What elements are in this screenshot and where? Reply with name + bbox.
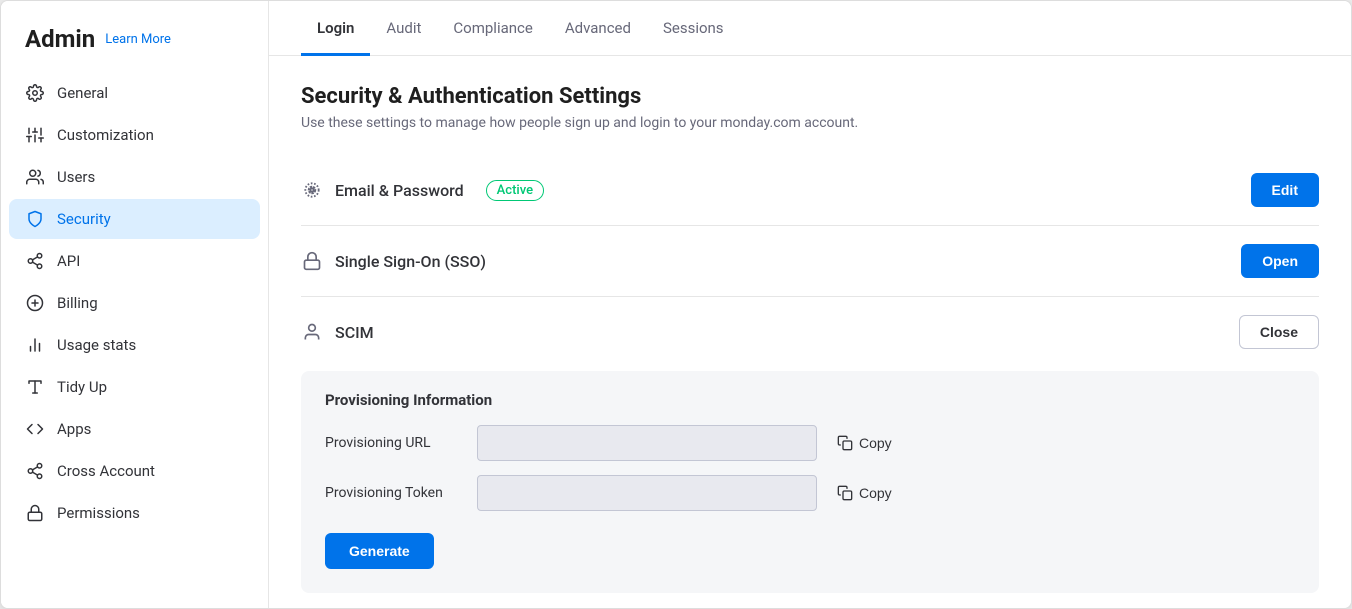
sidebar-title: Admin [25, 25, 95, 53]
tab-compliance[interactable]: Compliance [437, 1, 548, 56]
sidebar-item-api[interactable]: API [9, 241, 260, 281]
sidebar-nav: General Customization Users [1, 73, 268, 533]
email-password-title: Email & Password [335, 181, 464, 200]
sidebar-header: Admin Learn More [1, 25, 268, 73]
sidebar-item-label: Apps [57, 420, 91, 438]
scim-section: SCIM Close Provisioning Information Prov… [301, 297, 1319, 593]
email-password-section: Email & Password Active Edit [301, 155, 1319, 226]
sidebar-item-general[interactable]: General [9, 73, 260, 113]
sidebar-item-label: General [57, 84, 108, 102]
lock-icon [25, 503, 45, 523]
email-password-left: Email & Password Active [301, 179, 544, 201]
sidebar-item-tidy-up[interactable]: Tidy Up [9, 367, 260, 407]
sidebar-item-label: Security [57, 210, 111, 228]
sidebar-item-security[interactable]: Security [9, 199, 260, 239]
sidebar-item-users[interactable]: Users [9, 157, 260, 197]
sso-left: Single Sign-On (SSO) [301, 250, 486, 272]
sso-section: Single Sign-On (SSO) Open [301, 226, 1319, 297]
scim-icon [301, 321, 323, 343]
sliders-icon [25, 125, 45, 145]
provisioning-token-input[interactable] [477, 475, 817, 511]
sidebar-item-cross-account[interactable]: Cross Account [9, 451, 260, 491]
tab-advanced[interactable]: Advanced [549, 1, 647, 56]
scim-title: SCIM [335, 323, 374, 342]
copy-url-button[interactable]: Copy [829, 431, 900, 455]
provisioning-url-label: Provisioning URL [325, 435, 465, 451]
tab-bar: Login Audit Compliance Advanced Sessions [269, 1, 1351, 56]
sidebar-item-customization[interactable]: Customization [9, 115, 260, 155]
sso-title: Single Sign-On (SSO) [335, 252, 486, 271]
learn-more-link[interactable]: Learn More [105, 32, 171, 47]
scim-header-row: SCIM Close [301, 315, 1319, 367]
app-container: Admin Learn More General Customization [0, 0, 1352, 609]
email-icon [301, 179, 323, 201]
edit-button[interactable]: Edit [1251, 173, 1319, 207]
provisioning-token-field: Provisioning Token Copy [325, 475, 1295, 511]
page-title: Security & Authentication Settings [301, 84, 1319, 109]
sidebar-item-label: API [57, 252, 80, 270]
sidebar-item-label: Usage stats [57, 336, 136, 354]
tidy-icon [25, 377, 45, 397]
page-subtitle: Use these settings to manage how people … [301, 115, 1319, 131]
main-content: Login Audit Compliance Advanced Sessions… [269, 1, 1351, 608]
sidebar-item-apps[interactable]: Apps [9, 409, 260, 449]
generate-button[interactable]: Generate [325, 533, 434, 569]
shield-icon [25, 209, 45, 229]
provisioning-url-input[interactable] [477, 425, 817, 461]
open-button[interactable]: Open [1241, 244, 1319, 278]
sidebar-item-label: Cross Account [57, 462, 155, 480]
provisioning-token-label: Provisioning Token [325, 485, 465, 501]
copy-token-label: Copy [859, 485, 892, 501]
sidebar-item-permissions[interactable]: Permissions [9, 493, 260, 533]
gear-icon [25, 83, 45, 103]
page-content: Security & Authentication Settings Use t… [269, 56, 1351, 608]
close-button[interactable]: Close [1239, 315, 1319, 349]
apps-icon [25, 419, 45, 439]
provisioning-box: Provisioning Information Provisioning UR… [301, 371, 1319, 593]
sidebar: Admin Learn More General Customization [1, 1, 269, 608]
provisioning-box-title: Provisioning Information [325, 391, 1295, 409]
tab-sessions[interactable]: Sessions [647, 1, 740, 56]
users-icon [25, 167, 45, 187]
api-icon [25, 251, 45, 271]
sidebar-item-label: Tidy Up [57, 378, 107, 396]
tab-login[interactable]: Login [301, 1, 370, 56]
chart-icon [25, 335, 45, 355]
sso-icon [301, 250, 323, 272]
tab-audit[interactable]: Audit [370, 1, 437, 56]
sidebar-item-usage-stats[interactable]: Usage stats [9, 325, 260, 365]
sidebar-item-label: Customization [57, 126, 154, 144]
active-badge: Active [486, 180, 544, 201]
provisioning-url-field: Provisioning URL Copy [325, 425, 1295, 461]
copy-token-button[interactable]: Copy [829, 481, 900, 505]
cross-account-icon [25, 461, 45, 481]
sidebar-item-label: Permissions [57, 504, 140, 522]
sidebar-item-billing[interactable]: Billing [9, 283, 260, 323]
billing-icon [25, 293, 45, 313]
copy-url-label: Copy [859, 435, 892, 451]
sidebar-item-label: Billing [57, 294, 98, 312]
scim-left: SCIM [301, 321, 374, 343]
sidebar-item-label: Users [57, 168, 95, 186]
